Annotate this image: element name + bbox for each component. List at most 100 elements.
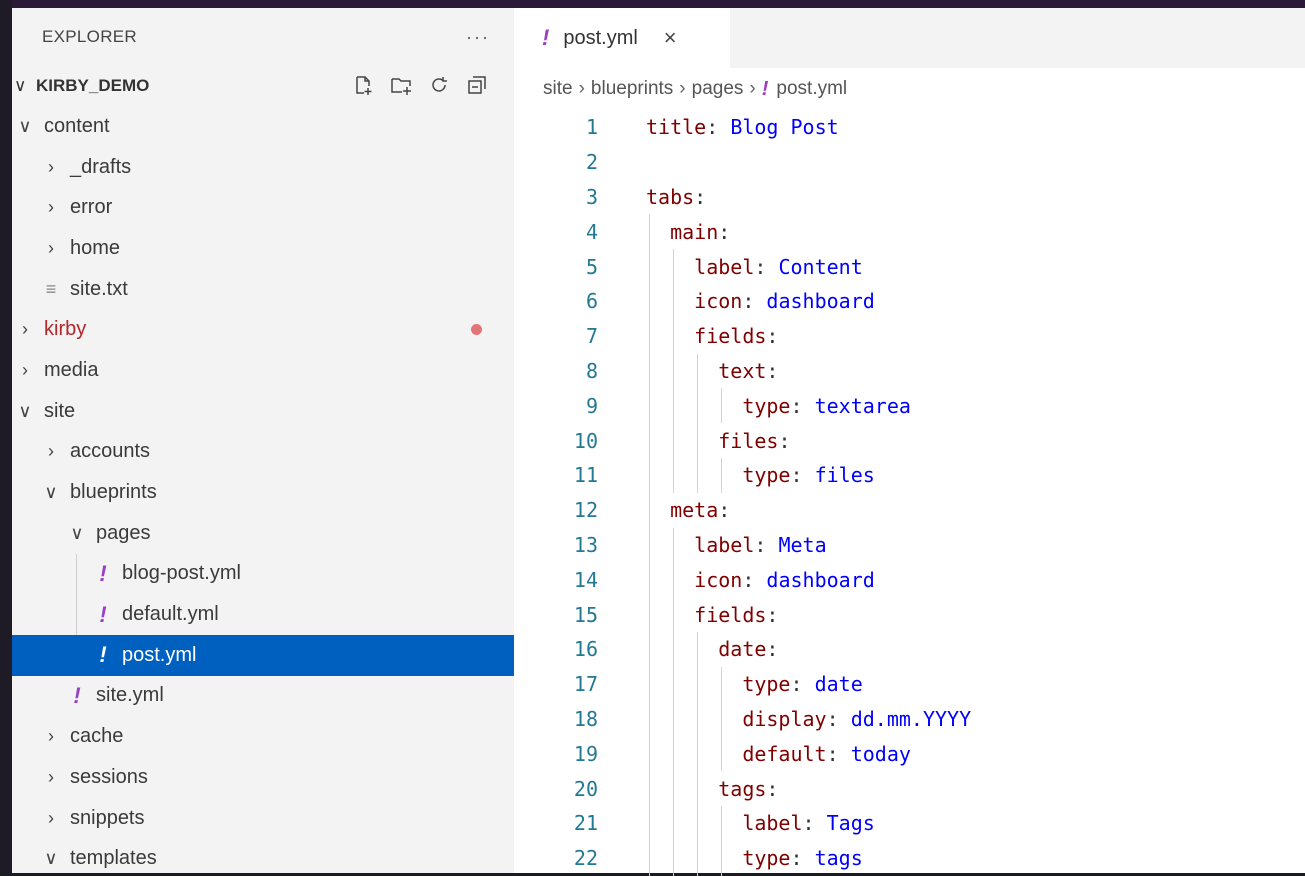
new-folder-icon[interactable] [390, 74, 412, 96]
yaml-value: Content [778, 254, 863, 279]
breadcrumb-item[interactable]: pages [692, 78, 744, 100]
yaml-key: meta [670, 498, 719, 523]
tree-item[interactable]: ≡ site.txt [12, 269, 514, 310]
yaml-colon: : [790, 672, 803, 697]
project-root[interactable]: ∨ KIRBY_DEMO [12, 66, 514, 106]
line-number: 8 [585, 358, 598, 383]
yaml-entry: tags: [718, 771, 778, 806]
indent-guide [649, 283, 650, 319]
yaml-entry: files: [718, 423, 790, 458]
tree-item[interactable]: ∨ content [12, 106, 514, 147]
indent-guide [697, 423, 699, 458]
file-tree: ∨ content › _drafts › error › home ≡ site.txt › kir… [12, 106, 514, 873]
tree-item-label: default.yml [122, 603, 219, 626]
yaml-value: Tags [826, 811, 875, 836]
yaml-entry: text: [718, 354, 778, 389]
tree-item[interactable]: ! post.yml [12, 634, 514, 676]
yaml-entry: type: files [742, 458, 874, 493]
tree-item-label: blueprints [70, 481, 157, 504]
breadcrumb-item[interactable]: blueprints [591, 78, 673, 100]
line-number: 22 [573, 846, 598, 871]
project-name: KIRBY_DEMO [36, 76, 150, 95]
tree-item[interactable]: ∨ blueprints [12, 472, 514, 513]
refresh-icon[interactable] [428, 74, 450, 96]
tree-item[interactable]: ! site.yml [12, 676, 514, 717]
tree-item[interactable]: › _drafts [12, 147, 514, 188]
tree-item[interactable]: › sessions [12, 757, 514, 798]
chevron-down-icon: ∨ [44, 848, 58, 869]
breadcrumb: site › blueprints › pages › ! post.yml [514, 68, 1305, 110]
tree-item[interactable]: › accounts [12, 432, 514, 473]
indent-guide [697, 666, 699, 702]
yaml-file-icon: ! [542, 25, 550, 50]
tree-item-label: sessions [70, 765, 148, 788]
yaml-key: display [742, 706, 827, 731]
chevron-right-icon: › [48, 156, 54, 177]
yaml-colon: : [766, 776, 779, 801]
tree-item-label: cache [70, 725, 124, 748]
chevron-down-icon: ∨ [44, 482, 58, 503]
tree-item[interactable]: › cache [12, 716, 514, 757]
yaml-colon: : [790, 393, 803, 418]
indent-guide [721, 736, 723, 772]
yaml-key: icon [694, 289, 743, 314]
tree-item[interactable]: › home [12, 228, 514, 269]
tree-item[interactable]: ∨ pages [12, 513, 514, 554]
yaml-key: fields [694, 324, 767, 349]
yaml-key: type [742, 393, 791, 418]
chevron-right-icon: › [48, 766, 54, 787]
new-file-icon[interactable] [352, 74, 374, 96]
tree-item-label: home [70, 236, 121, 259]
line-number: 19 [573, 741, 598, 766]
yaml-entry: main: [670, 214, 730, 249]
code-line: 8 text: [514, 353, 1305, 389]
yaml-colon: : [694, 184, 707, 209]
tree-item[interactable]: ! blog-post.yml [12, 553, 514, 595]
indent-guide [697, 771, 699, 806]
code-line: 11 type: files [514, 457, 1305, 493]
chevron-right-icon: › [48, 807, 54, 828]
explorer-title: EXPLORER [42, 27, 137, 46]
indent-guide [673, 597, 675, 632]
indent-guide [673, 249, 675, 284]
indent-guide [697, 805, 699, 841]
breadcrumb-item[interactable]: site [543, 78, 573, 100]
tree-item[interactable]: › kirby [12, 309, 514, 350]
line-number: 1 [585, 115, 598, 140]
chevron-right-icon: › [48, 237, 54, 258]
indent-guide [649, 805, 650, 841]
collapse-all-icon[interactable] [466, 74, 488, 96]
tree-item[interactable]: ∨ site [12, 391, 514, 432]
indent-guide [721, 457, 723, 493]
yaml-entry: label: Content [694, 249, 863, 284]
indent-guide [673, 283, 675, 319]
close-icon[interactable]: × [664, 25, 677, 51]
indent-guide [673, 388, 675, 424]
yaml-value: textarea [814, 393, 911, 418]
explorer-sidebar: EXPLORER ··· ∨ KIRBY_DEMO ∨ content › _draf… [12, 8, 514, 873]
code-line: 10 files: [514, 423, 1305, 458]
line-number: 15 [573, 602, 598, 627]
tree-item[interactable]: › snippets [12, 798, 514, 839]
breadcrumb-item[interactable]: post.yml [776, 78, 847, 100]
yaml-entry: type: date [742, 667, 862, 702]
code-editor[interactable]: 1 title: Blog Post 2 3 tabs: 4 main: 5 label: Co… [514, 110, 1305, 876]
code-line: 20 tags: [514, 771, 1305, 806]
tree-item[interactable]: › error [12, 187, 514, 228]
tab-post-yml[interactable]: ! post.yml × [514, 8, 730, 68]
tree-item[interactable]: ∨ templates [12, 838, 514, 873]
indent-guide [649, 597, 650, 632]
yaml-file-icon: ! [99, 560, 107, 586]
tree-item[interactable]: ! default.yml [12, 594, 514, 635]
chevron-down-icon: ∨ [14, 76, 27, 95]
tree-item-label: site.txt [70, 277, 128, 300]
more-actions-icon[interactable]: ··· [466, 27, 490, 48]
tree-item[interactable]: › media [12, 350, 514, 391]
code-line: 6 icon: dashboard [514, 283, 1305, 319]
yaml-key: label [742, 811, 803, 836]
tree-item-label: accounts [70, 440, 151, 463]
